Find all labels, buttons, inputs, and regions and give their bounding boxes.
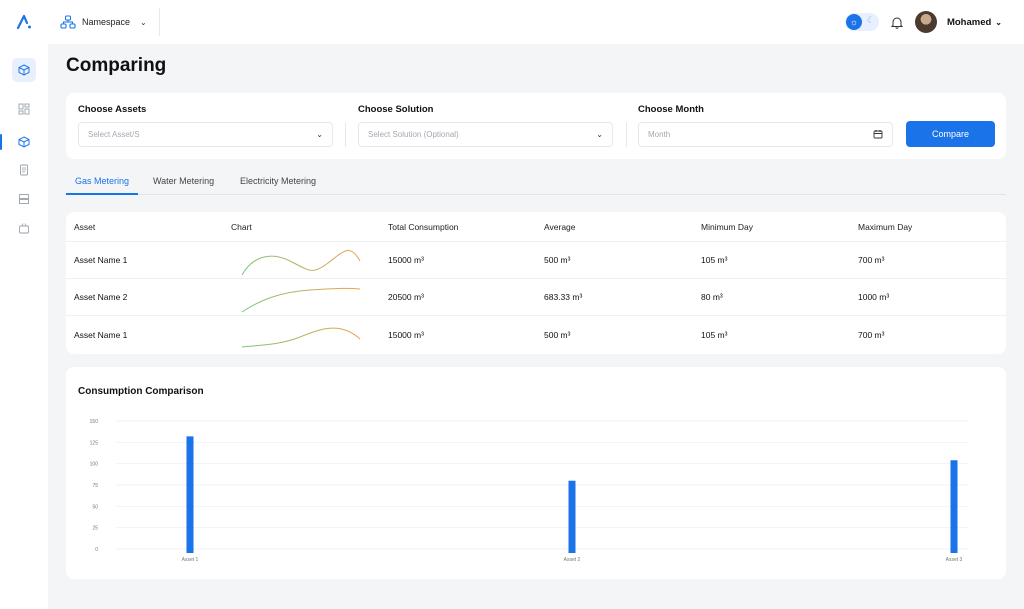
consumption-bar-chart: 0 25 50 75 100 125 150 Asset 1 Asset 2 Asset 3 xyxy=(90,419,968,563)
cell-min-day: 105 m³ xyxy=(701,330,728,340)
cell-total: 15000 m³ xyxy=(388,330,424,340)
sparkline xyxy=(241,327,361,348)
header-average: Average xyxy=(544,221,576,232)
cell-asset: Asset Name 2 xyxy=(74,292,128,302)
table-row[interactable]: Asset Name 2 20500 m³ 683.33 m³ 80 m³ 10… xyxy=(66,279,1006,316)
table-header-row: Asset Chart Total Consumption Average Mi… xyxy=(66,212,1006,242)
month-placeholder: Month xyxy=(648,130,671,139)
user-menu[interactable]: Mohamed ⌄ xyxy=(947,17,1002,28)
cell-max-day: 700 m³ xyxy=(858,255,885,265)
x-tick-label: Asset 2 xyxy=(564,557,581,563)
sidebar-item-compare[interactable] xyxy=(12,58,36,82)
document-icon xyxy=(20,164,28,176)
chevron-down-icon: ⌄ xyxy=(316,130,323,139)
header-max-day: Maximum Day xyxy=(858,221,913,232)
table-row[interactable]: Asset Name 1 15000 m³ 500 m³ 105 m³ 700 … xyxy=(66,316,1006,354)
tab-electricity-metering[interactable]: Electricity Metering xyxy=(240,176,316,195)
tab-gas-metering[interactable]: Gas Metering xyxy=(66,176,139,195)
y-tick-label: 100 xyxy=(90,462,99,468)
table-row[interactable]: Asset Name 1 15000 m³ 500 m³ 105 m³ 700 … xyxy=(66,242,1006,279)
header-chart: Chart xyxy=(231,221,252,232)
dashboard-icon xyxy=(18,103,30,115)
month-label: Choose Month xyxy=(638,104,704,115)
bell-icon xyxy=(890,17,903,29)
compare-button[interactable]: Compare xyxy=(906,121,995,147)
app-logo[interactable] xyxy=(0,0,48,44)
cube-icon xyxy=(18,136,30,148)
divider xyxy=(626,122,627,147)
cell-min-day: 105 m³ xyxy=(701,255,728,265)
chevron-down-icon: ⌄ xyxy=(995,17,1002,27)
bar[interactable] xyxy=(568,480,576,553)
bar[interactable] xyxy=(950,460,958,553)
tab-water-metering[interactable]: Water Metering xyxy=(153,176,214,195)
page-title: Comparing xyxy=(66,55,167,76)
sidebar-item-storage[interactable] xyxy=(12,187,36,211)
notifications-button[interactable] xyxy=(889,14,905,30)
cell-average: 500 m³ xyxy=(544,255,571,265)
device-icon xyxy=(19,223,29,234)
header-min-day: Minimum Day xyxy=(701,221,753,232)
y-tick-label: 0 xyxy=(95,547,98,553)
solution-label: Choose Solution xyxy=(358,104,434,115)
namespace-icon xyxy=(60,15,76,29)
calendar-icon xyxy=(873,129,883,141)
bar[interactable] xyxy=(186,436,194,553)
cell-total: 20500 m³ xyxy=(388,292,424,302)
divider xyxy=(345,122,346,147)
sidebar-item-documents[interactable] xyxy=(12,158,36,182)
y-tick-label: 25 xyxy=(92,526,98,532)
assets-placeholder: Select Asset/S xyxy=(88,130,140,139)
cell-min-day: 80 m³ xyxy=(701,292,723,302)
sidebar-active-marker xyxy=(0,134,2,150)
y-tick-label: 125 xyxy=(90,440,99,446)
filter-card: Choose Assets Select Asset/S ⌄ Choose So… xyxy=(66,93,1006,159)
y-tick-label: 75 xyxy=(92,483,98,489)
sparkline xyxy=(241,250,361,276)
solution-placeholder: Select Solution (Optional) xyxy=(368,130,459,139)
cell-asset: Asset Name 1 xyxy=(74,330,128,340)
sidebar-item-dashboard[interactable] xyxy=(12,97,36,121)
cube-compare-icon xyxy=(18,64,30,76)
sidebar-item-devices[interactable] xyxy=(12,216,36,240)
storage-icon xyxy=(19,194,29,204)
theme-toggle[interactable]: ☼ ☾ xyxy=(844,13,879,31)
avatar[interactable] xyxy=(914,11,937,33)
x-tick-label: Asset 1 xyxy=(182,557,199,563)
month-picker[interactable]: Month xyxy=(638,122,893,147)
chevron-down-icon: ⌄ xyxy=(596,130,603,139)
cell-max-day: 1000 m³ xyxy=(858,292,890,302)
metering-tabs: Gas Metering Water Metering Electricity … xyxy=(66,176,1006,195)
x-tick-label: Asset 3 xyxy=(946,557,963,563)
cell-max-day: 700 m³ xyxy=(858,330,885,340)
top-bar: Namespace ⌄ ☼ ☾ Mohamed ⌄ xyxy=(0,0,1024,44)
y-tick-label: 50 xyxy=(92,504,98,510)
cell-asset: Asset Name 1 xyxy=(74,255,128,265)
sun-icon: ☼ xyxy=(845,14,862,30)
namespace-label: Namespace xyxy=(82,17,131,27)
moon-icon: ☾ xyxy=(866,15,875,25)
sidebar-item-assets[interactable] xyxy=(12,130,36,154)
cell-average: 683.33 m³ xyxy=(544,292,583,302)
header-asset: Asset xyxy=(74,221,96,232)
logo-icon xyxy=(16,14,31,30)
sidebar xyxy=(0,44,48,609)
y-tick-label: 150 xyxy=(90,419,99,425)
header-total: Total Consumption xyxy=(388,221,459,232)
user-name: Mohamed xyxy=(946,16,992,28)
assets-label: Choose Assets xyxy=(78,104,147,115)
cell-average: 500 m³ xyxy=(544,330,571,340)
consumption-comparison-card: Consumption Comparison 0 25 50 75 100 125 150 A… xyxy=(66,367,1006,579)
sparkline xyxy=(241,287,361,313)
consumption-table: Asset Chart Total Consumption Average Mi… xyxy=(66,212,1006,354)
assets-select[interactable]: Select Asset/S ⌄ xyxy=(78,122,333,147)
solution-select[interactable]: Select Solution (Optional) ⌄ xyxy=(358,122,613,147)
namespace-selector[interactable]: Namespace ⌄ xyxy=(60,8,160,36)
cell-total: 15000 m³ xyxy=(388,255,424,265)
chevron-down-icon: ⌄ xyxy=(140,17,147,27)
